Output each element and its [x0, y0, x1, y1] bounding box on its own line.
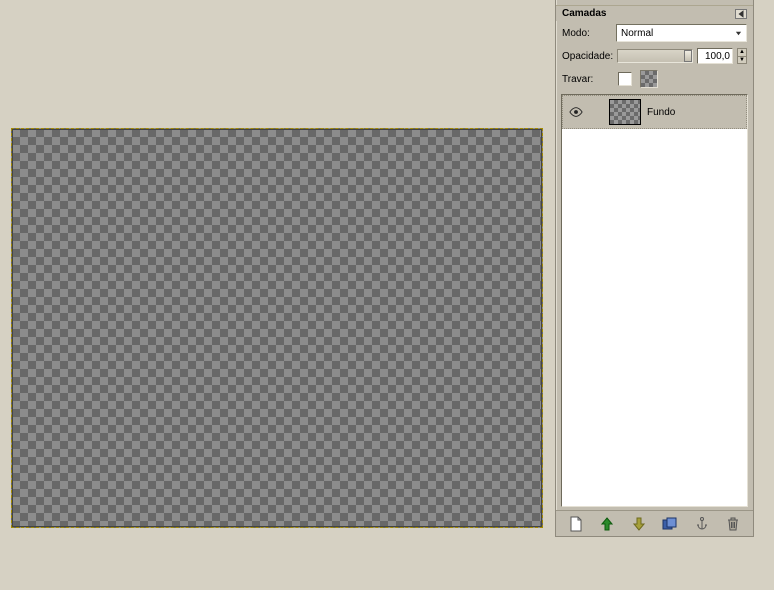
opacity-slider[interactable]	[617, 49, 693, 63]
mode-label: Modo:	[562, 28, 610, 39]
new-layer-button[interactable]	[567, 515, 585, 533]
opacity-label: Opacidade:	[562, 51, 613, 62]
slider-handle[interactable]	[684, 50, 692, 62]
chevron-down-icon	[735, 30, 742, 37]
duplicate-icon	[662, 517, 678, 531]
opacity-row: Opacidade: ▲ ▼	[556, 45, 753, 67]
opacity-input[interactable]	[697, 48, 733, 64]
lock-pixels-toggle[interactable]	[618, 72, 632, 86]
panel-header: Camadas	[556, 6, 753, 21]
visibility-toggle[interactable]	[569, 105, 583, 119]
new-layer-icon	[569, 516, 583, 532]
image-canvas[interactable]	[11, 128, 543, 528]
layers-panel: Camadas Modo: Normal Opacidade: ▲ ▼ Trav…	[555, 0, 754, 537]
lock-label: Travar:	[562, 74, 610, 85]
lock-alpha-toggle[interactable]	[640, 70, 658, 88]
blend-mode-value: Normal	[621, 28, 653, 39]
layer-button-row	[556, 510, 753, 536]
arrow-down-icon	[633, 517, 645, 531]
layer-row[interactable]: Fundo	[562, 95, 747, 129]
panel-menu-button[interactable]	[735, 9, 747, 19]
raise-layer-button[interactable]	[598, 515, 616, 533]
eye-icon	[569, 107, 583, 117]
mode-row: Modo: Normal	[556, 21, 753, 45]
layer-thumbnail[interactable]	[609, 99, 641, 125]
panel-title: Camadas	[562, 8, 606, 19]
arrow-up-icon	[601, 517, 613, 531]
spin-down-icon[interactable]: ▼	[738, 57, 746, 64]
anchor-layer-button[interactable]	[693, 515, 711, 533]
layer-name[interactable]: Fundo	[647, 107, 675, 118]
anchor-icon	[696, 517, 708, 531]
spin-up-icon[interactable]: ▲	[738, 49, 746, 57]
duplicate-layer-button[interactable]	[661, 515, 679, 533]
opacity-spin-buttons[interactable]: ▲ ▼	[737, 48, 747, 64]
blend-mode-select[interactable]: Normal	[616, 24, 747, 42]
lock-row: Travar:	[556, 67, 753, 91]
layer-list: Fundo	[561, 94, 748, 507]
delete-layer-button[interactable]	[724, 515, 742, 533]
lower-layer-button[interactable]	[630, 515, 648, 533]
trash-icon	[727, 517, 739, 531]
triangle-left-icon	[736, 9, 746, 19]
